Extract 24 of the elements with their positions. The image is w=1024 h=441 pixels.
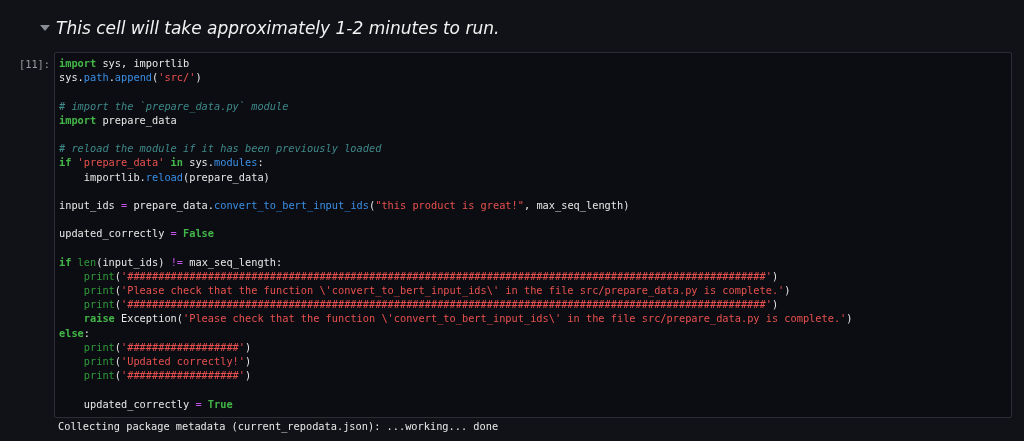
code-line: print('##################') <box>82 339 253 354</box>
code-line: print('#######################################################################################################') <box>82 269 780 283</box>
code-line: # import the `prepare_data.py` module <box>59 98 290 113</box>
code-line: importlib.reload(prepare_data) <box>82 169 271 184</box>
code-line: import prepare_data <box>59 113 178 127</box>
code-line: updated_correctly = False <box>59 226 215 241</box>
code-line: print('Updated correctly!') <box>82 353 253 369</box>
code-line: import sys, importlib <box>59 56 191 71</box>
code-line: print('#######################################################################################################') <box>82 297 780 312</box>
code-line: updated_correctly = True <box>82 396 234 411</box>
code-line: # reload the module if it has been previously loaded <box>59 141 383 156</box>
code-line: input_ids = prepare_data.convert_to_bert_input_ids("this product is great!", max_seq_length) <box>59 197 631 213</box>
code-line: print('##################') <box>82 368 253 383</box>
execution-count: [11]: <box>18 57 51 72</box>
cell-output: Collecting package metadata (current_repodata.json): ...working... done <box>58 420 500 433</box>
markdown-heading: This cell will take approximately 1-2 minutes to run. <box>56 18 500 38</box>
code-editor[interactable] <box>54 52 1012 418</box>
code-line: else: <box>59 325 91 340</box>
code-line: sys.path.append('src/') <box>59 70 203 85</box>
collapse-caret-icon[interactable] <box>40 25 50 31</box>
code-line: if len(input_ids) != max_seq_length: <box>59 254 284 269</box>
code-line: if 'prepare_data' in sys.modules: <box>59 155 265 170</box>
code-line: raise Exception('Please check that the function \'convert_to_bert_input_ids\' in the file src/prepare_data.py is complete.') <box>82 311 854 326</box>
code-line: print('Please check that the function \'convert_to_bert_input_ids\' in the file src/prepare_data.py is complete.') <box>82 283 792 298</box>
